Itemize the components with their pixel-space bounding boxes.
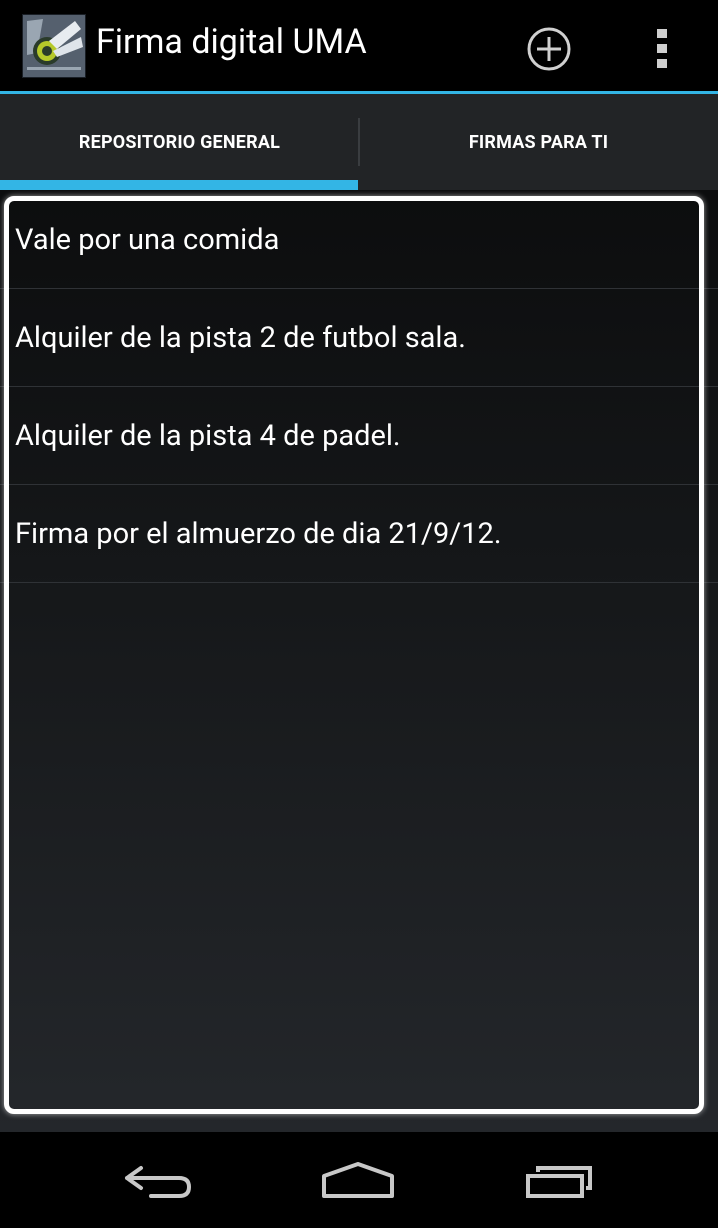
home-button[interactable]: [308, 1144, 408, 1216]
system-nav-bar: [0, 1132, 718, 1228]
list-item[interactable]: Firma por el almuerzo de dia 21/9/12.: [0, 485, 718, 583]
back-icon: [125, 1166, 191, 1198]
app-logo-icon[interactable]: [22, 14, 86, 78]
tab-selected-indicator: [0, 180, 358, 190]
back-button[interactable]: [108, 1144, 208, 1216]
app-title: Firma digital UMA: [96, 22, 367, 62]
list-item[interactable]: Alquiler de la pista 4 de padel.: [0, 387, 718, 485]
list-item[interactable]: Vale por una comida: [0, 190, 718, 289]
overflow-menu-icon: [657, 29, 667, 68]
add-button[interactable]: [520, 20, 578, 78]
list-item[interactable]: Alquiler de la pista 2 de futbol sala.: [0, 289, 718, 387]
tab-separator: [358, 118, 360, 166]
recent-apps-icon: [526, 1166, 592, 1198]
action-bar: Firma digital UMA: [0, 0, 718, 94]
tab-repositorio-general[interactable]: REPOSITORIO GENERAL: [0, 94, 359, 190]
home-icon: [322, 1162, 394, 1198]
tab-firmas-para-ti[interactable]: FIRMAS PARA TI: [359, 94, 718, 190]
overflow-menu-button[interactable]: [640, 20, 684, 78]
recent-apps-button[interactable]: [510, 1144, 610, 1216]
add-circle-icon: [527, 27, 571, 71]
signature-list[interactable]: Vale por una comida Alquiler de la pista…: [0, 190, 718, 583]
